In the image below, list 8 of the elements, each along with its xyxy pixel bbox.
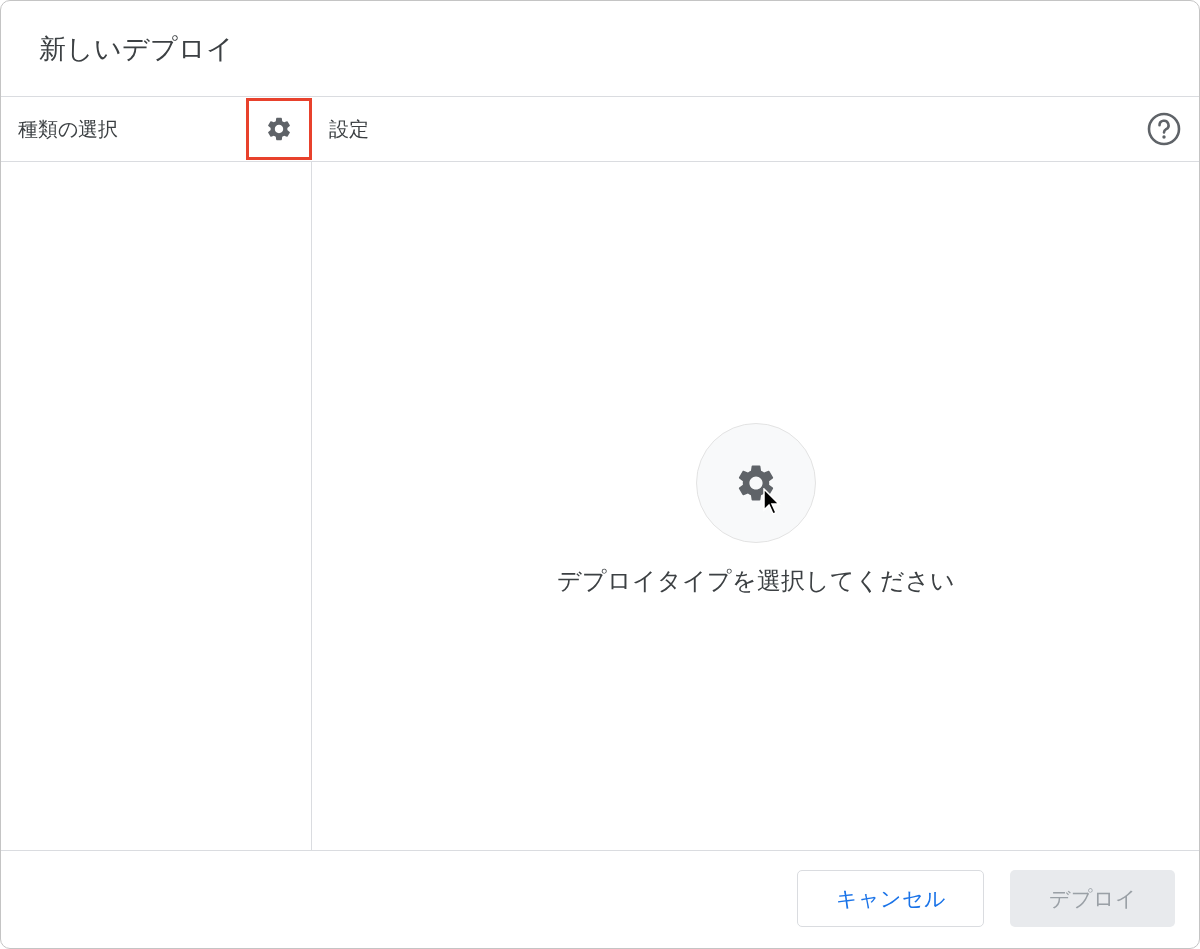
settings-icon	[265, 115, 293, 143]
cancel-button[interactable]: キャンセル	[797, 870, 984, 927]
panel-title: 設定	[329, 116, 369, 142]
help-icon[interactable]	[1147, 112, 1181, 146]
dialog-title: 新しいデプロイ	[39, 32, 234, 66]
settings-button[interactable]	[246, 98, 312, 160]
empty-state-message: デプロイタイプを選択してください	[556, 566, 955, 596]
sidebar-title: 種類の選択	[18, 116, 118, 142]
